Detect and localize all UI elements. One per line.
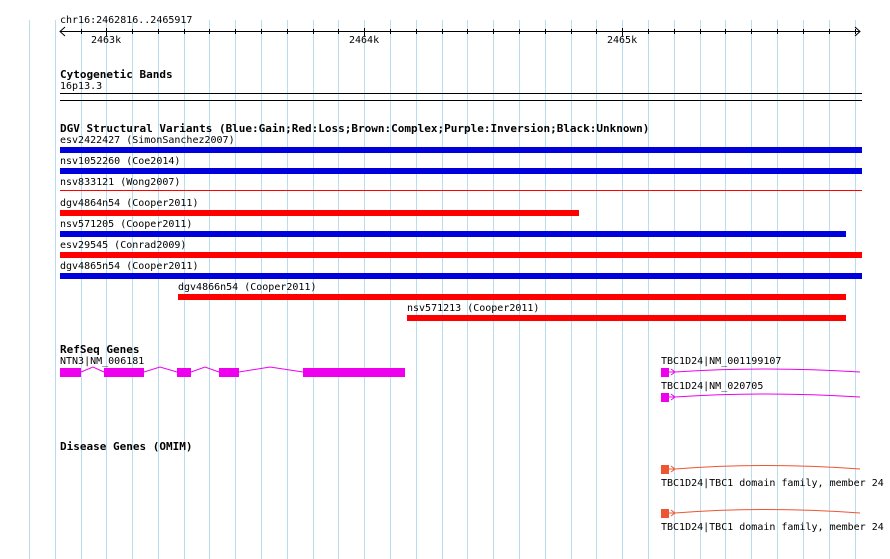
omim-gene-models — [661, 465, 861, 518]
gene-label[interactable]: TBC1D24|TBC1 domain family, member 24 — [661, 478, 884, 490]
omim-model-2[interactable] — [661, 509, 861, 518]
omim-model-1[interactable] — [661, 465, 861, 474]
exon — [661, 509, 669, 518]
gene-label[interactable]: TBC1D24|TBC1 domain family, member 24 — [661, 522, 884, 534]
exon — [661, 465, 669, 474]
